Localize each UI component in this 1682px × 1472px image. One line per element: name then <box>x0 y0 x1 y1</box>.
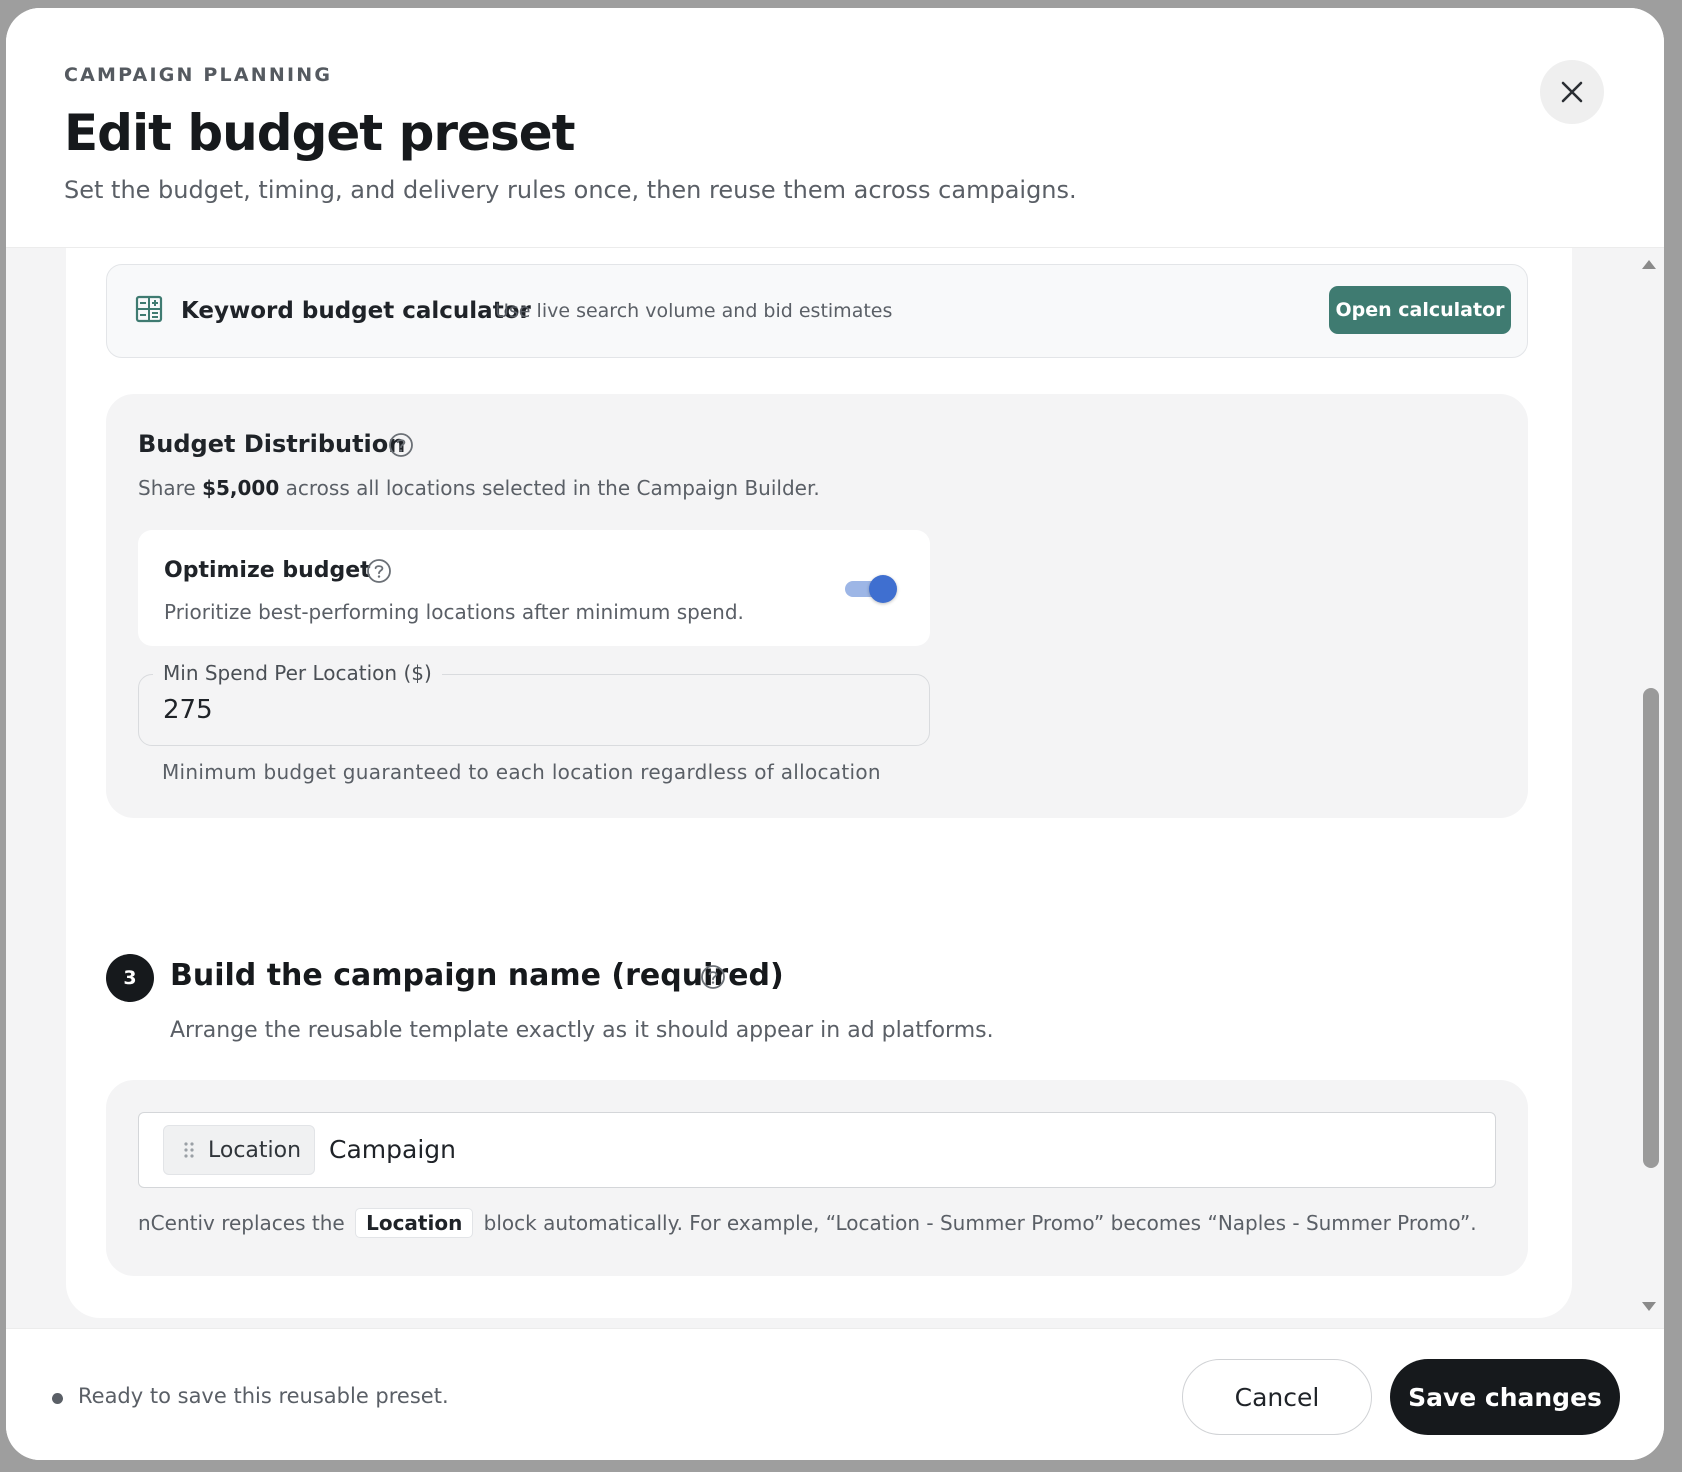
step-number-badge: 3 <box>106 954 154 1002</box>
budget-distribution-title: Budget Distribution <box>138 430 406 458</box>
modal-footer: Ready to save this reusable preset. Canc… <box>6 1328 1664 1460</box>
campaign-name-section-card: 3 Build the campaign name (required) Arr… <box>66 910 1572 1318</box>
optimize-budget-toggle[interactable] <box>845 575 897 603</box>
page-subtitle: Set the budget, timing, and delivery rul… <box>64 176 1077 204</box>
eyebrow: CAMPAIGN PLANNING <box>64 64 333 86</box>
help-icon[interactable] <box>388 432 414 458</box>
campaign-name-template-input[interactable]: Location Campaign <box>138 1112 1496 1188</box>
budget-amount: $5,000 <box>202 476 280 500</box>
campaign-name-panel: Location Campaign nCentiv replaces the L… <box>106 1080 1528 1276</box>
save-changes-button[interactable]: Save changes <box>1390 1359 1620 1435</box>
edit-budget-preset-modal: CAMPAIGN PLANNING Edit budget preset Set… <box>6 8 1664 1460</box>
drag-handle-icon[interactable] <box>182 1141 196 1159</box>
budget-distribution-panel: Budget Distribution Share $5,000 across … <box>106 394 1528 818</box>
campaign-name-text[interactable]: Campaign <box>329 1135 456 1164</box>
help-prefix: nCentiv replaces the <box>138 1211 345 1235</box>
status-dot <box>52 1393 63 1404</box>
step-title: Build the campaign name (required) <box>170 958 784 993</box>
min-spend-label: Min Spend Per Location ($) <box>153 661 442 685</box>
desc-prefix: Share <box>138 476 203 500</box>
calculator-subtitle: Use live search volume and bid estimates <box>495 300 893 322</box>
optimize-budget-desc: Prioritize best-performing locations aft… <box>164 600 744 624</box>
status-text: Ready to save this reusable preset. <box>78 1384 449 1408</box>
min-spend-help: Minimum budget guaranteed to each locati… <box>162 760 881 784</box>
page-title: Edit budget preset <box>64 104 576 162</box>
toggle-knob <box>869 575 897 603</box>
location-chip-label: Location <box>208 1137 302 1163</box>
calculator-title: Keyword budget calculator <box>181 298 531 324</box>
scroll-up-arrow[interactable] <box>1642 260 1656 269</box>
location-token-chip[interactable]: Location <box>163 1125 315 1175</box>
min-spend-field[interactable]: Min Spend Per Location ($) 275 <box>138 661 930 746</box>
scroll-down-arrow[interactable] <box>1642 1302 1656 1311</box>
modal-header: CAMPAIGN PLANNING Edit budget preset Set… <box>6 8 1664 248</box>
vertical-scrollbar[interactable] <box>1636 248 1664 1328</box>
keyword-calculator-bar: Keyword budget calculator Use live searc… <box>106 264 1528 358</box>
close-icon <box>1561 81 1583 103</box>
optimize-budget-card: Optimize budget Prioritize best-performi… <box>138 530 930 646</box>
budget-distribution-desc: Share $5,000 across all locations select… <box>138 476 820 500</box>
desc-suffix: across all locations selected in the Cam… <box>279 476 820 500</box>
help-icon[interactable] <box>700 964 726 990</box>
help-suffix: block automatically. For example, “Locat… <box>483 1211 1477 1235</box>
scrollbar-thumb[interactable] <box>1643 688 1659 1168</box>
optimize-budget-title: Optimize budget <box>164 558 371 583</box>
open-calculator-button[interactable]: Open calculator <box>1329 286 1511 334</box>
min-spend-value[interactable]: 275 <box>163 695 213 725</box>
campaign-name-help: nCentiv replaces the Location block auto… <box>138 1208 1477 1238</box>
step-desc: Arrange the reusable template exactly as… <box>170 1018 994 1043</box>
inline-location-chip: Location <box>355 1208 474 1238</box>
calculator-icon <box>135 295 163 323</box>
cancel-button[interactable]: Cancel <box>1182 1359 1372 1435</box>
help-icon[interactable] <box>366 558 392 584</box>
modal-body-scroll[interactable]: Keyword budget calculator Use live searc… <box>6 248 1664 1328</box>
close-button[interactable] <box>1540 60 1604 124</box>
